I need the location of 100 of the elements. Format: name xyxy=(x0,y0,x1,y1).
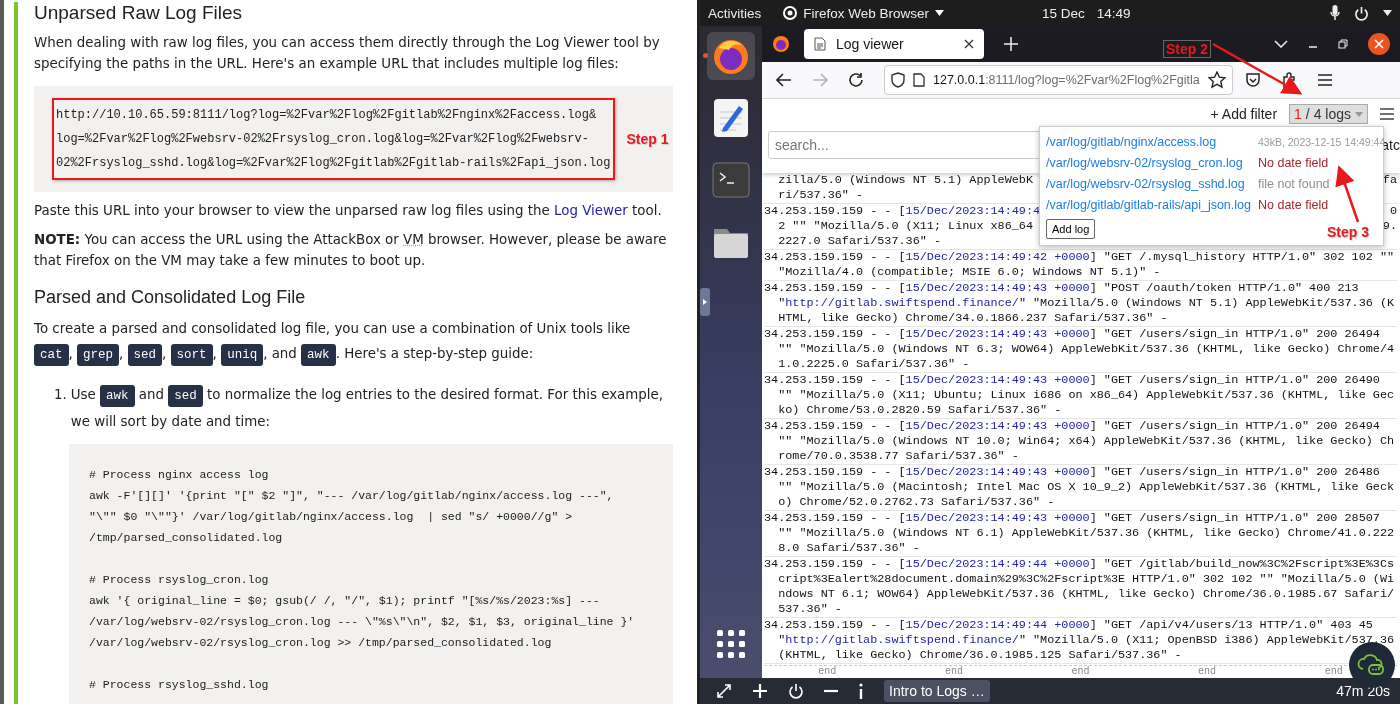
annotation-label: Step 3 xyxy=(1327,224,1369,240)
inline-code: sort xyxy=(170,344,213,366)
log-entry: 34.253.159.159 - - [15/Dec/2023:14:49:43 +0000] "GET /users/sign_in HTTP/1.0" 200 26494 "" "Mozilla/5.0 (Windows NT 10.0; Win64; x64) AppleWebKit/537.36 (KHTML, like Gecko) Chrome/70.0.3538.77 Safari/537.36" - xyxy=(764,419,1397,465)
inline-code: sed xyxy=(127,344,163,366)
paragraph: When dealing with raw log files, you can access them directly through the Log Viewer tool by specifying the paths in the URL. Here's an example URL that includes multiple log files: xyxy=(34,34,661,73)
inline-code: cat xyxy=(34,344,69,366)
log-status: No date field xyxy=(1258,155,1330,170)
log-entry: 34.253.159.159 - - [15/Dec/2023:14:49:43 +0000] "POST /oauth/token HTTP/1.0" 400 213 "http://gitlab.swiftspend.finance/" "Mozilla/5.0 (Windows NT 5.1) AppleWebKit/537.36 (KHTML, like Gecko) Chrome/34.0.1866.237 Safari/537.36" - xyxy=(764,281,1397,327)
log-text: fa xyxy=(1382,173,1397,188)
log-entry: 34.253.159.159 - - [15/Dec/2023:14:49:43 +0000] "GET /users/sign_in HTTP/1.0" 200 26486 "" "Mozilla/5.0 (Macintosh; Intel Mac OS X 10_9_2) AppleWebKit/537.36 (KHTML, like Gecko) Chrome/52.0.2762.73 Safari/537.36" - xyxy=(764,465,1397,511)
caret-icon xyxy=(935,10,945,16)
paragraph: Paste this URL into your browser to view the unparsed raw log files using the Log Viewer tool. xyxy=(34,202,663,220)
annotation-label: Step 1 xyxy=(626,131,669,147)
log-text: ri/537.36" - xyxy=(778,188,864,203)
running-dot-icon xyxy=(703,53,708,58)
log-entry: 34.253.159.159 - - [15/Dec/2023:14:49:42 +0000] "GET /.mysql_history HTTP/1.0" 302 102 "" "Mozilla/4.0 (compatible; MSIE 6.0; Windows NT 5.1)" - xyxy=(764,250,1397,281)
inline-code: awk xyxy=(100,385,135,407)
paragraph: Use awk and sed to normalize the log entries to the desired format. For this example, we will sort by date and time: xyxy=(70,384,665,431)
inline-code: awk xyxy=(301,344,336,366)
app-menu[interactable]: Firefox Web Browser xyxy=(783,5,945,21)
side-handle-icon[interactable] xyxy=(700,288,710,316)
log-path-link[interactable]: /var/log/websrv-02/rsyslog_sshd.log xyxy=(1046,176,1251,191)
star-icon[interactable] xyxy=(1207,71,1226,89)
chat-icon xyxy=(1357,653,1387,677)
end-marker: end xyxy=(1324,666,1343,678)
end-marker: end xyxy=(1198,666,1217,678)
code-line: "\"" $0 "\""}' /var/log/gitlab/nginx/access.log | sed "s/ +0000//g" > xyxy=(89,509,574,525)
browser-tab[interactable]: Log viewer xyxy=(804,29,984,59)
log-entry: 34.253.159.159 - - [15/Dec/2023:14:49:43 +0000] "GET /users/sign_in HTTP/1.0" 200 26494 "" "Mozilla/5.0 (Windows NT 6.3; WOW64) AppleWebKit/537.36 (KHTML, like Gecko) Chrome/41.0.2225.0 Safari/537.36" - xyxy=(764,327,1397,373)
paragraph: To create a parsed and consolidated log file, you can use a combination of Unix tools like cat , grep , sed , sort , uniq , and awk . Here's a step-by-step guide: xyxy=(34,316,673,368)
caret-icon[interactable] xyxy=(1383,10,1392,16)
date-text: 15 Dec xyxy=(1042,5,1085,21)
log-text: 2 "" "Mozilla/5.0 (X11; Linux x86_64 xyxy=(778,219,1033,234)
code-line: awk '{ original_line = $0; gsub(/ /, "/", $1); printf "[%s/%s/2023:%s] --- xyxy=(89,593,601,609)
browser-icon[interactable] xyxy=(772,35,790,53)
log-status: 43kB, 2023-12-15 14:49:44 xyxy=(1258,135,1386,148)
menu-icon[interactable] xyxy=(1316,73,1333,87)
page-icon xyxy=(913,73,925,87)
log-status: file not found xyxy=(1258,176,1331,191)
close-icon[interactable] xyxy=(964,39,974,49)
annotation-arrow xyxy=(1335,165,1360,223)
log-path-link[interactable]: /var/log/gitlab/gitlab-rails/api_json.log xyxy=(1046,197,1251,212)
code-line: 02%2Frsyslog_sshd.log&log=%2Fvar%2Flog%2Fgitlab%2Fgitlab-rails%2Fapi_json.log xyxy=(56,155,611,172)
add-filter-button[interactable]: + Add filter xyxy=(1210,106,1278,122)
inline-code: grep xyxy=(77,344,120,366)
code-line: awk -F'[][]' '{print "[" $2 "]", "--- /var/log/gitlab/nginx/access.log ---", xyxy=(89,488,615,504)
log-text: 0 xyxy=(1389,204,1397,219)
minus-icon[interactable] xyxy=(824,689,838,693)
log-text: 2227.0 Safari/537.36" - xyxy=(778,234,941,249)
browser-icon xyxy=(783,6,798,20)
back-arrow-icon[interactable] xyxy=(776,73,792,87)
text-editor-icon xyxy=(713,98,749,138)
microphone-icon[interactable] xyxy=(1330,5,1340,21)
inline-code: sed xyxy=(168,385,203,407)
reload-icon[interactable] xyxy=(848,72,864,88)
expand-icon[interactable] xyxy=(716,683,732,699)
time-text: 14:49 xyxy=(1096,5,1131,21)
pocket-icon[interactable] xyxy=(1244,72,1261,88)
log-entry: 34.253.159.159 - - [15/Dec/2023:14:49:44 +0000] "GET /gitlab/build_now%3C%2Fscript%3E%3Cscript%3Ealert%28document.domain%29%3C%2Fscript%3E HTTP/1.0" 302 102 "" "Mozilla/5.0 (Windows NT 6.1; WOW64) AppleWebKit/537.36 (KHTML, like Gecko) Chrome/36.0.1985.67 Safari/537.36" - xyxy=(764,557,1397,618)
annotation-label: Step 2 xyxy=(1163,40,1211,58)
code-line: # Process nginx access log xyxy=(89,467,270,483)
end-marker: end xyxy=(944,666,963,678)
terminal-icon xyxy=(712,162,750,198)
code-line: log=%2Fvar%2Flog%2Fwebsrv-02%2Frsyslog_cron.log&log=%2Fvar%2Flog%2Fwebsrv- xyxy=(56,131,590,148)
close-icon[interactable] xyxy=(1368,33,1390,55)
document-icon xyxy=(814,37,826,51)
activities-button[interactable]: Activities xyxy=(708,5,762,21)
taskbar-button[interactable]: Intro to Logs … xyxy=(884,680,990,702)
add-log-button[interactable]: Add log xyxy=(1046,219,1096,239)
menu-icon[interactable] xyxy=(1380,108,1394,120)
section-heading: Unparsed Raw Log Files xyxy=(34,2,244,24)
extensions-icon[interactable] xyxy=(1280,72,1297,88)
caret-icon xyxy=(1355,111,1363,117)
link[interactable]: Log Viewer xyxy=(554,203,628,218)
log-text: 34.253.159.159 - - [15/Dec/2023:14:49:4 xyxy=(764,204,1041,219)
inline-code: uniq xyxy=(221,344,264,366)
log-status: No date field xyxy=(1258,197,1330,212)
section-heading: Parsed and Consolidated Log File xyxy=(34,287,307,308)
url-field[interactable]: 127.0.0.1:8111/log?log=%2Fvar%2Flog%2Fgitla xyxy=(884,65,1233,95)
log-entry: 34.253.159.159 - - [15/Dec/2023:14:49:43 +0000] "GET /users/sign_in HTTP/1.0" 200 26490 "" "Mozilla/5.0 (X11; Ubuntu; Linux i686 on x86_64) AppleWebKit/537.36 (KHTML, like Gecko) Chrome/53.0.2820.59 Safari/537.36" - xyxy=(764,373,1397,419)
log-text: zilla/5.0 (Windows NT 5.1) AppleWebK xyxy=(778,173,1033,188)
note-paragraph: NOTE: You can access the URL using the AttackBox or VM browser. However, please be aware that Firefox on the VM may take a few minutes to boot up. xyxy=(34,231,668,270)
restore-icon[interactable] xyxy=(1338,39,1348,49)
code-line: /var/log/websrv-02/rsyslog_cron.log --- \"%s\"\n", $2, $1, $3, original_line }' xyxy=(89,614,636,630)
info-icon[interactable] xyxy=(858,683,864,699)
log-text: 9. xyxy=(1382,219,1397,234)
code-line: http://10.10.65.59:8111/log?log=%2Fvar%2Flog%2Fgitlab%2Fnginx%2Faccess.log& xyxy=(56,107,598,124)
list-number: 1. xyxy=(54,386,67,404)
shield-icon xyxy=(891,72,905,88)
log-count-dropdown[interactable]: 1 / 4 logs xyxy=(1289,104,1368,124)
code-line: /var/log/websrv-02/rsyslog_cron.log >> /tmp/parsed_consolidated.log xyxy=(89,635,553,651)
log-entry: 34.253.159.159 - - [15/Dec/2023:14:49:43 +0000] "GET /users/sign_in HTTP/1.0" 200 28507 "" "Mozilla/5.0 (Windows NT 6.1) AppleWebKit/537.36 (KHTML, like Gecko) Chrome/41.0.2228.0 Safari/537.36" - xyxy=(764,511,1397,557)
code-line: # Process rsyslog_cron.log xyxy=(89,572,270,588)
chevron-down-icon[interactable] xyxy=(1274,40,1288,48)
end-marker: end xyxy=(1071,666,1090,678)
code-line: # Process rsyslog_sshd.log xyxy=(89,677,270,693)
plus-icon[interactable] xyxy=(1004,37,1018,51)
power-icon[interactable] xyxy=(1354,5,1369,21)
end-marker: end xyxy=(818,666,837,678)
code-line: /tmp/parsed_consolidated.log xyxy=(89,530,284,546)
